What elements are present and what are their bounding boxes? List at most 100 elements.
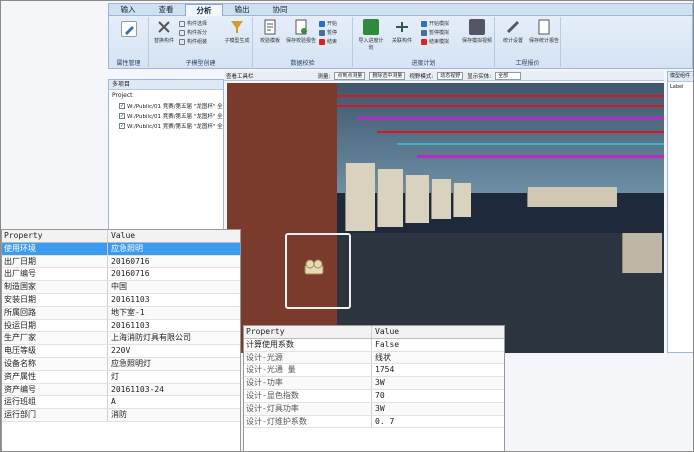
table-row[interactable]: 设备名称 应急照明灯 <box>2 357 240 371</box>
table-row[interactable]: 设计-光通 量 1754 <box>244 364 504 378</box>
measure-label: 测量: <box>317 73 331 80</box>
table-row[interactable]: 资产编号 20161103-24 <box>2 383 240 397</box>
show-entity-select[interactable]: 全部 <box>495 71 522 80</box>
submodel-generate-label: 子模型生成 <box>224 38 250 44</box>
select-icon <box>179 20 185 27</box>
tab-output[interactable]: 输出 <box>223 4 261 16</box>
project-item[interactable]: ✓ W:/Public/01 竞赛/第五届 "龙图杯" 全 <box>109 111 223 121</box>
tab-view[interactable]: 查看 <box>147 4 185 16</box>
table-header: Property Value <box>2 230 240 243</box>
validation-template-button[interactable]: 校验模板 <box>255 19 285 44</box>
pipe-render <box>357 117 664 120</box>
component-split-label: 构件拆分 <box>187 30 208 36</box>
value-cell: 地下室-1 <box>111 307 145 317</box>
property-cell: 设计-功率 <box>244 377 372 389</box>
chairs-render <box>622 233 662 273</box>
component-split-button[interactable]: 构件拆分 <box>179 29 207 36</box>
value-cell: 20161103 <box>111 294 150 304</box>
validation-stop-button[interactable]: 结束 <box>319 38 337 45</box>
replace-component-label: 替换构件 <box>153 38 174 44</box>
save-validation-report-button[interactable]: 保存校验报告 <box>285 19 317 44</box>
group-label: 属性管理 <box>116 60 141 67</box>
table-body: 计算使用系数 False 设计-光源 线状 设计-光通 量 1754 设计-功率 3W 设计-显… <box>244 338 504 429</box>
table-row[interactable]: 出厂日期 20160716 <box>2 255 240 269</box>
value-cell: 3W <box>375 378 385 388</box>
property-cell: 所属回路 <box>2 306 108 319</box>
table-row[interactable]: 电压等级 220V <box>2 345 240 358</box>
emergency-light-icon[interactable] <box>303 259 325 275</box>
table-row[interactable]: 制造国家 中国 <box>2 281 240 294</box>
report-icon <box>293 19 309 35</box>
funnel-icon <box>229 19 245 35</box>
document-icon <box>536 19 552 35</box>
validation-pause-label: 暂停 <box>327 30 338 36</box>
table-row[interactable]: 生产厂家 上海消防灯具有限公司 <box>2 332 240 346</box>
project-item[interactable]: ✓ W:/Public/01 竞赛/第五届 "龙图杯" 全 <box>109 101 223 111</box>
property-column-header: Property <box>244 326 372 338</box>
table-row[interactable]: 使用环境 应急照明 <box>2 242 240 256</box>
save-sim-video-button[interactable]: 保存模拟视频 <box>461 19 493 44</box>
table-row[interactable]: 设计-功率 3W <box>244 377 504 390</box>
table-row[interactable]: 投运日期 20161103 <box>2 319 240 333</box>
table-row[interactable]: 设计-显色指数 70 <box>244 389 504 403</box>
submodel-generate-button[interactable]: 子模型生成 <box>223 19 251 44</box>
delete-measure-select[interactable]: 删除选中测量 <box>369 71 406 80</box>
checkbox-icon[interactable]: ✓ <box>119 103 125 109</box>
tab-analysis[interactable]: 分析 <box>185 4 223 16</box>
property-cell: 运行部门 <box>2 409 108 421</box>
value-column-header: Value <box>375 327 400 336</box>
pause-sim-button[interactable]: 暂停模拟 <box>421 29 449 36</box>
table-row[interactable]: 计算使用系数 False <box>244 338 504 352</box>
table-row[interactable]: 设计-光源 线状 <box>244 351 504 365</box>
group-label: 子模型创建 <box>185 60 216 67</box>
property-cell: 出厂日期 <box>2 255 108 268</box>
checkbox-icon[interactable]: ✓ <box>119 113 125 119</box>
value-cell: 中国 <box>111 282 127 292</box>
shelf-render <box>431 179 451 219</box>
value-cell: 70 <box>375 390 385 400</box>
stat-settings-button[interactable]: 统计设置 <box>499 19 527 44</box>
checkbox-icon[interactable]: ✓ <box>119 123 125 129</box>
component-select-button[interactable]: 构件选择 <box>179 20 207 27</box>
model-component-label: Label <box>670 84 684 90</box>
table-row[interactable]: 运行部门 消防 <box>2 409 240 422</box>
ribbon: 输入 查看 分析 输出 协同 属性管理 替换构件 构件选择 构件拆分 构件组装 … <box>108 3 693 69</box>
validation-pause-button[interactable]: 暂停 <box>319 29 337 36</box>
import-schedule-button[interactable]: 导入进度计划 <box>357 19 385 51</box>
table-row[interactable]: 设计-灯维护系数 0. 7 <box>244 415 504 429</box>
table-row[interactable]: 出厂编号 20160716 <box>2 268 240 282</box>
table-row[interactable]: 运行班组 A <box>2 396 240 410</box>
property-table-2: Property Value 计算使用系数 False 设计-光源 线状 设计-光通 量… <box>243 325 505 451</box>
3d-viewport[interactable] <box>227 83 664 353</box>
tab-input[interactable]: 输入 <box>109 4 147 16</box>
link-component-button[interactable]: 关联构件 <box>387 19 417 44</box>
shelf-render <box>345 163 375 231</box>
stop-sim-button[interactable]: 结束模拟 <box>421 38 449 45</box>
property-column-header: Property <box>2 230 108 242</box>
start-sim-button[interactable]: 开始模拟 <box>421 20 449 27</box>
table-row[interactable]: 设计-灯具功率 3W <box>244 402 504 416</box>
table-row[interactable]: 安装日期 20161103 <box>2 293 240 307</box>
tab-collab[interactable]: 协同 <box>261 4 299 16</box>
property-cell: 制造国家 <box>2 281 108 293</box>
attribute-management-button[interactable] <box>117 21 141 39</box>
validation-template-label: 校验模板 <box>259 38 280 44</box>
view-mode-select[interactable]: 动态视野 <box>437 71 464 80</box>
measure-select[interactable]: 点到点测量 <box>334 71 366 80</box>
pause-sim-label: 暂停模拟 <box>429 30 450 36</box>
replace-component-button[interactable]: 替换构件 <box>152 19 176 44</box>
property-cell: 投运日期 <box>2 319 108 332</box>
validation-start-button[interactable]: 开始 <box>319 20 337 27</box>
component-assemble-button[interactable]: 构件组装 <box>179 38 207 45</box>
model-component-panel: 模型组件 Label <box>667 71 693 353</box>
save-validation-report-label: 保存校验报告 <box>285 38 316 44</box>
table-row[interactable]: 所属回路 地下室-1 <box>2 306 240 320</box>
table-row[interactable]: 资产属性灯 <box>2 370 240 384</box>
value-cell: 0. 7 <box>375 416 395 426</box>
excel-icon <box>363 19 379 35</box>
import-schedule-label: 导入进度计划 <box>358 38 384 51</box>
pause-icon <box>319 29 325 36</box>
project-item[interactable]: ✓ W:/Public/01 竞赛/第五届 "龙图杯" 全 <box>109 121 223 131</box>
save-stat-report-button[interactable]: 保存统计报告 <box>529 19 559 44</box>
play-icon <box>319 20 325 27</box>
